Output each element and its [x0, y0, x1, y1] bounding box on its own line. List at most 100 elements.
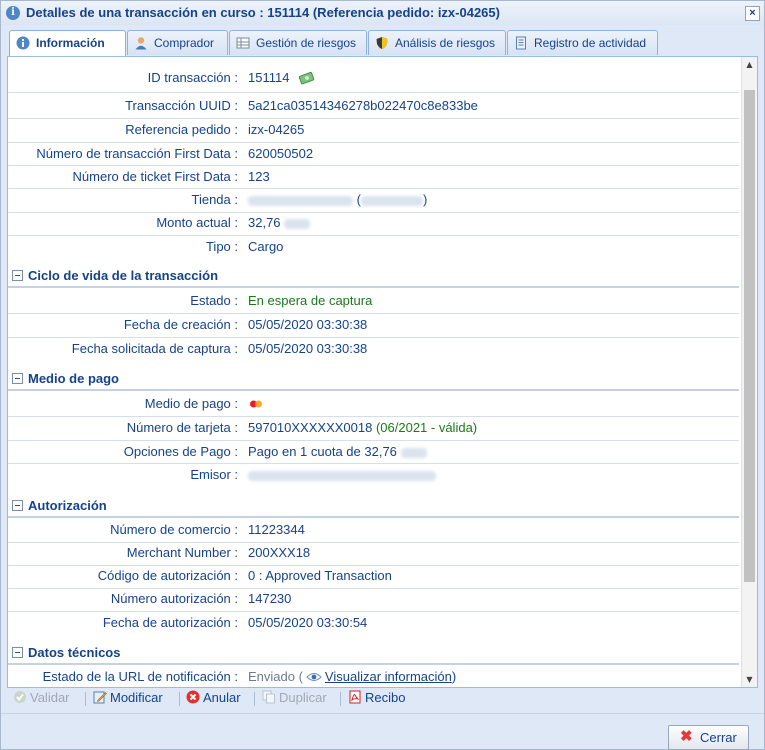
grid-icon — [236, 37, 250, 49]
receipt-label: Recibo — [365, 690, 406, 705]
window-footer: ✖ Cerrar — [1, 713, 764, 750]
row-url-notificacion: Estado de la URL de notificación : Envia… — [8, 666, 738, 687]
row-fecha-captura: Fecha solicitada de captura : 05/05/2020… — [8, 338, 738, 361]
field-label: Número autorización : — [110, 591, 238, 606]
field-value: 597010XXXXXX0018 (06/2021 - válida) — [248, 420, 477, 435]
field-value — [248, 467, 436, 482]
modify-button[interactable]: Modificar — [93, 690, 163, 705]
field-label: Merchant Number : — [126, 545, 238, 560]
field-value: 0 : Approved Transaction — [248, 568, 392, 583]
field-label: ID transacción : — [147, 70, 238, 85]
row-emisor: Emisor : — [8, 464, 738, 487]
scroll-up-icon[interactable]: ▲ — [742, 57, 757, 72]
collapse-icon[interactable] — [12, 373, 23, 384]
field-label: Medio de pago : — [144, 396, 238, 411]
row-numero-comercio: Número de comercio : 11223344 — [8, 519, 738, 542]
money-icon — [298, 71, 315, 85]
vertical-scrollbar[interactable]: ▲ ▼ — [741, 57, 757, 687]
transaction-id: 151114 — [248, 70, 290, 85]
section-divider — [8, 286, 739, 288]
row-numero-tarjeta: Número de tarjeta : 597010XXXXXX0018 (06… — [8, 417, 738, 440]
section-divider — [8, 389, 739, 391]
redacted-currency — [400, 447, 427, 458]
field-label: Número de comercio : — [110, 522, 238, 537]
validate-button[interactable]: Validar — [13, 690, 70, 705]
field-label: Número de tarjeta : — [126, 420, 238, 435]
action-toolbar: Validar Modificar Anular Duplicar Recibo — [7, 687, 756, 711]
tab-label: Análisis de riesgos — [395, 36, 496, 50]
tab-comprador[interactable]: Comprador — [127, 30, 228, 55]
tab-informacion[interactable]: Información — [9, 30, 126, 57]
tab-analisis-riesgos[interactable]: Análisis de riesgos — [368, 30, 506, 55]
scroll-down-icon[interactable]: ▼ — [742, 672, 757, 687]
toolbar-separator — [254, 692, 255, 706]
field-label: Fecha de creación : — [123, 317, 238, 332]
row-divider — [8, 92, 739, 93]
row-monto: Monto actual : 32,76 — [8, 212, 738, 235]
field-label: Fecha solicitada de captura : — [71, 341, 238, 356]
field-label: Fecha de autorización : — [102, 615, 238, 630]
field-value: 200XXX18 — [248, 545, 311, 560]
duplicate-icon — [262, 690, 275, 704]
section-title: Autorización — [28, 498, 107, 513]
field-label: Estado de la URL de notificación : — [42, 669, 238, 684]
field-value: 151114 — [248, 70, 315, 85]
collapse-icon[interactable] — [12, 500, 23, 511]
cancel-transaction-button[interactable]: Anular — [186, 690, 241, 705]
row-first-data-transaccion: Número de transacción First Data : 62005… — [8, 143, 738, 166]
edit-icon — [93, 691, 107, 704]
close-icon: ✖ — [680, 728, 693, 745]
tab-registro-actividad[interactable]: Registro de actividad — [507, 30, 658, 55]
tab-gestion-riesgos[interactable]: Gestión de riesgos — [229, 30, 367, 55]
info-icon: i — [6, 6, 20, 20]
receipt-button[interactable]: Recibo — [348, 690, 405, 705]
row-codigo-autorizacion: Código de autorización : 0 : Approved Tr… — [8, 565, 738, 588]
validate-label: Validar — [30, 690, 70, 705]
transaction-details-window: i Detalles de una transacción en curso :… — [0, 0, 765, 750]
close-button-label: Cerrar — [700, 730, 737, 745]
details-panel[interactable]: ID transacción : 151114 Transacción UUID… — [7, 56, 758, 688]
field-value: 5a21ca03514346278b022470c8e833be — [248, 98, 478, 113]
url-status: Enviado ( — [248, 669, 303, 684]
field-label: Opciones de Pago : — [123, 444, 238, 459]
mastercard-icon — [250, 400, 262, 408]
row-id-transaccion: ID transacción : 151114 — [8, 67, 738, 90]
field-value: izx-04265 — [248, 122, 305, 137]
duplicate-label: Duplicar — [279, 690, 327, 705]
scrollbar-thumb[interactable] — [744, 90, 755, 582]
row-fecha-autorizacion: Fecha de autorización : 05/05/2020 03:30… — [8, 612, 738, 635]
field-label: Transacción UUID : — [125, 98, 238, 113]
section-title: Datos técnicos — [28, 645, 121, 660]
pdf-icon — [349, 690, 361, 704]
toolbar-separator — [340, 692, 341, 706]
field-value: Cargo — [248, 239, 284, 254]
tab-label: Información — [36, 36, 105, 50]
field-label: Emisor : — [190, 467, 238, 482]
eye-icon — [306, 673, 322, 681]
modify-label: Modificar — [110, 690, 163, 705]
field-value: 05/05/2020 03:30:38 — [248, 341, 368, 356]
section-divider — [8, 663, 739, 665]
row-medio-pago: Medio de pago : — [8, 393, 738, 416]
field-label: Referencia pedido : — [125, 122, 238, 137]
view-info-link[interactable]: Visualizar información — [325, 669, 452, 684]
card-validity: (06/2021 - válida) — [375, 420, 478, 435]
close-button[interactable]: ✖ Cerrar — [668, 725, 749, 750]
duplicate-button[interactable]: Duplicar — [262, 690, 327, 705]
check-icon — [14, 691, 26, 703]
field-value: () — [248, 192, 427, 207]
section-title: Medio de pago — [28, 371, 119, 386]
tab-label: Comprador — [154, 36, 215, 50]
section-ciclo-vida[interactable]: Ciclo de vida de la transacción — [8, 265, 739, 288]
row-estado: Estado : En espera de captura — [8, 290, 738, 313]
collapse-icon[interactable] — [12, 270, 23, 281]
section-autorizacion[interactable]: Autorización — [8, 495, 739, 518]
card-number: 597010XXXXXX0018 — [248, 420, 373, 435]
field-label: Código de autorización : — [97, 568, 238, 583]
field-label: Estado : — [190, 293, 238, 308]
close-window-button[interactable]: × — [745, 6, 760, 21]
collapse-icon[interactable] — [12, 647, 23, 658]
section-medio-pago[interactable]: Medio de pago — [8, 368, 739, 391]
section-datos-tecnicos[interactable]: Datos técnicos — [8, 642, 739, 665]
url-close-paren: ) — [451, 669, 457, 684]
